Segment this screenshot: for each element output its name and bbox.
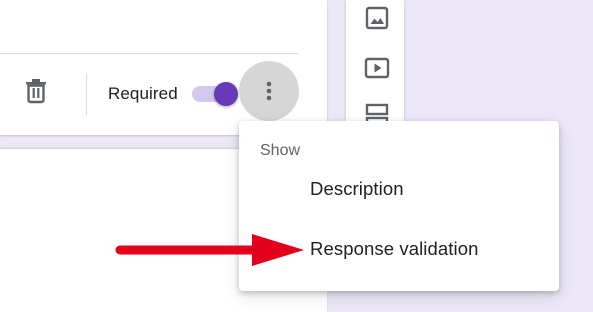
side-toolbar [346, 0, 404, 135]
menu-item-description[interactable]: Description [239, 161, 559, 217]
toggle-knob [214, 82, 238, 106]
divider [0, 53, 298, 54]
question-card: Required [0, 0, 327, 135]
add-image-button[interactable] [364, 5, 390, 31]
menu-header-show: Show [260, 142, 301, 159]
required-toggle[interactable] [192, 80, 240, 108]
add-video-icon [364, 57, 390, 79]
trash-icon [26, 79, 46, 104]
more-options-button[interactable] [239, 61, 299, 121]
menu-item-label: Response validation [310, 238, 479, 259]
more-vert-icon [266, 81, 272, 101]
menu-item-label: Description [310, 178, 404, 199]
add-image-icon [365, 6, 389, 30]
required-label: Required [108, 84, 178, 103]
add-video-button[interactable] [364, 55, 390, 81]
delete-question-button[interactable] [24, 78, 48, 104]
red-arrow-annotation [115, 234, 304, 266]
footer-separator [86, 73, 87, 115]
